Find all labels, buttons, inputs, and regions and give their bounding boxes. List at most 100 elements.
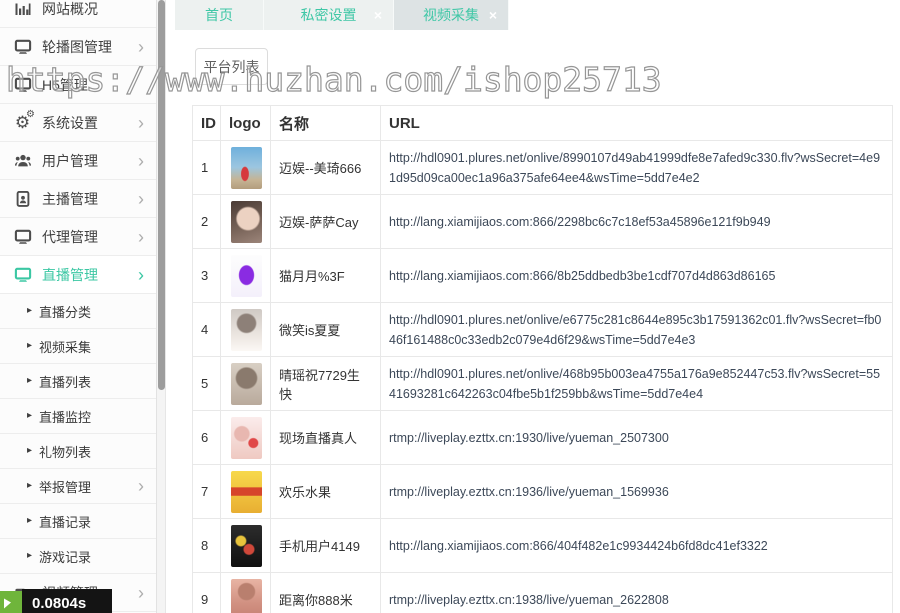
users-icon bbox=[12, 151, 33, 171]
cell-id: 7 bbox=[193, 465, 221, 519]
cell-name: 迈娱-萨萨Cay bbox=[271, 195, 381, 249]
caret-right-icon: ▸ bbox=[27, 306, 32, 316]
sidebar-item-sub-15[interactable]: ▸ 游戏记录 bbox=[0, 539, 156, 574]
cell-id: 1 bbox=[193, 141, 221, 195]
sidebar-item-3[interactable]: ⚙⚙ 系统设置 › bbox=[0, 104, 156, 142]
admin-page: 网站概况 轮播图管理 › H5管理 ⚙⚙ 系统设置 › 用户管理 › 主播管理 … bbox=[0, 0, 900, 613]
chevron-right-icon: › bbox=[138, 586, 144, 600]
platform-logo bbox=[231, 417, 262, 459]
sidebar-item-label: 视频采集 bbox=[39, 337, 144, 356]
cell-name: 迈娱--美琦666 bbox=[271, 141, 381, 195]
sidebar-item-label: 直播记录 bbox=[39, 512, 144, 531]
sidebar-item-sub-9[interactable]: ▸ 视频采集 bbox=[0, 329, 156, 364]
table-row: 8 手机用户4149 http://lang.xiamijiaos.com:86… bbox=[193, 519, 893, 573]
cell-name: 晴瑶祝7729生快 bbox=[271, 357, 381, 411]
sidebar-menu: 网站概况 轮播图管理 › H5管理 ⚙⚙ 系统设置 › 用户管理 › 主播管理 … bbox=[0, 0, 156, 612]
sidebar-item-sub-13[interactable]: ▸ 举报管理 › bbox=[0, 469, 156, 504]
cell-id: 2 bbox=[193, 195, 221, 249]
chevron-right-icon: › bbox=[138, 268, 144, 282]
tab-label: 视频采集 bbox=[423, 5, 479, 25]
cell-url: rtmp://liveplay.ezttx.cn:1936/live/yuema… bbox=[381, 465, 893, 519]
sidebar-item-6[interactable]: 代理管理 › bbox=[0, 218, 156, 256]
cell-logo bbox=[221, 519, 271, 573]
table-row: 4 微笑is夏夏 http://hdl0901.plures.net/onliv… bbox=[193, 303, 893, 357]
caret-right-icon: ▸ bbox=[27, 516, 32, 526]
content-panel: 平台列表 IDlogo名称URL 1 迈娱--美琦666 http://hdl0… bbox=[166, 30, 900, 613]
caret-right-icon: ▸ bbox=[27, 341, 32, 351]
sidebar-item-0[interactable]: 网站概况 bbox=[0, 0, 156, 28]
cell-id: 3 bbox=[193, 249, 221, 303]
table-row: 1 迈娱--美琦666 http://hdl0901.plures.net/on… bbox=[193, 141, 893, 195]
cell-url: http://hdl0901.plures.net/onlive/8990107… bbox=[381, 141, 893, 195]
gears-icon: ⚙⚙ bbox=[12, 113, 33, 133]
table-body: 1 迈娱--美琦666 http://hdl0901.plures.net/on… bbox=[193, 141, 893, 613]
column-header-0: ID bbox=[193, 106, 221, 141]
tab-1[interactable]: 私密设置 × bbox=[264, 0, 394, 30]
chevron-right-icon: › bbox=[138, 230, 144, 244]
cell-name: 距离你888米 bbox=[271, 573, 381, 613]
cell-id: 4 bbox=[193, 303, 221, 357]
tab-2[interactable]: 视频采集 × bbox=[394, 0, 509, 30]
sidebar-item-sub-8[interactable]: ▸ 直播分类 bbox=[0, 294, 156, 329]
bar-chart-icon bbox=[12, 0, 33, 19]
sidebar-item-label: 轮播图管理 bbox=[42, 37, 138, 57]
platform-logo bbox=[231, 309, 262, 351]
subtab-platform-list[interactable]: 平台列表 bbox=[195, 48, 268, 85]
platform-logo bbox=[231, 525, 262, 567]
monitor-icon bbox=[12, 75, 33, 95]
sidebar-item-label: H5管理 bbox=[42, 75, 144, 95]
sidebar-scrollbar-thumb[interactable] bbox=[158, 0, 165, 390]
sidebar-item-7[interactable]: 直播管理 › bbox=[0, 256, 156, 294]
sidebar-item-label: 用户管理 bbox=[42, 151, 138, 171]
cell-id: 8 bbox=[193, 519, 221, 573]
cell-url: rtmp://liveplay.ezttx.cn:1938/live/yuema… bbox=[381, 573, 893, 613]
cell-name: 欢乐水果 bbox=[271, 465, 381, 519]
table-row: 3 猫月月%3F http://lang.xiamijiaos.com:866/… bbox=[193, 249, 893, 303]
cell-name: 猫月月%3F bbox=[271, 249, 381, 303]
table-row: 7 欢乐水果 rtmp://liveplay.ezttx.cn:1936/liv… bbox=[193, 465, 893, 519]
chevron-right-icon: › bbox=[138, 192, 144, 206]
trace-toggle-icon[interactable] bbox=[0, 591, 22, 613]
cell-logo bbox=[221, 357, 271, 411]
sidebar-item-sub-14[interactable]: ▸ 直播记录 bbox=[0, 504, 156, 539]
sidebar-item-label: 系统设置 bbox=[42, 113, 138, 133]
monitor-icon bbox=[12, 37, 33, 57]
cell-logo bbox=[221, 141, 271, 195]
cell-name: 手机用户4149 bbox=[271, 519, 381, 573]
sidebar-item-sub-11[interactable]: ▸ 直播监控 bbox=[0, 399, 156, 434]
caret-right-icon: ▸ bbox=[27, 411, 32, 421]
sidebar-item-2[interactable]: H5管理 bbox=[0, 66, 156, 104]
caret-right-icon: ▸ bbox=[27, 376, 32, 386]
tab-bar: 首页 私密设置 × 视频采集 × bbox=[166, 0, 900, 30]
tab-close-icon[interactable]: × bbox=[374, 8, 382, 22]
sidebar-item-sub-12[interactable]: ▸ 礼物列表 bbox=[0, 434, 156, 469]
sidebar-item-label: 游戏记录 bbox=[39, 547, 144, 566]
sidebar-item-sub-10[interactable]: ▸ 直播列表 bbox=[0, 364, 156, 399]
sidebar-scrollbar-track[interactable] bbox=[157, 0, 166, 613]
platform-table: IDlogo名称URL 1 迈娱--美琦666 http://hdl0901.p… bbox=[192, 105, 893, 613]
sidebar-item-5[interactable]: 主播管理 › bbox=[0, 180, 156, 218]
cell-url: http://lang.xiamijiaos.com:866/404f482e1… bbox=[381, 519, 893, 573]
platform-logo bbox=[231, 471, 262, 513]
cell-logo bbox=[221, 195, 271, 249]
cell-id: 9 bbox=[193, 573, 221, 613]
sidebar-item-label: 直播管理 bbox=[42, 265, 138, 285]
platform-logo bbox=[231, 579, 262, 613]
tab-close-icon[interactable]: × bbox=[489, 8, 497, 22]
tab-label: 私密设置 bbox=[301, 5, 357, 25]
table-row: 6 现场直播真人 rtmp://liveplay.ezttx.cn:1930/l… bbox=[193, 411, 893, 465]
monitor-icon bbox=[12, 265, 33, 285]
sidebar-item-4[interactable]: 用户管理 › bbox=[0, 142, 156, 180]
sidebar-item-1[interactable]: 轮播图管理 › bbox=[0, 28, 156, 66]
sidebar-item-label: 礼物列表 bbox=[39, 442, 144, 461]
cell-url: http://hdl0901.plures.net/onlive/468b95b… bbox=[381, 357, 893, 411]
sidebar-item-label: 主播管理 bbox=[42, 189, 138, 209]
tab-0[interactable]: 首页 bbox=[175, 0, 264, 30]
platform-logo bbox=[231, 147, 262, 189]
id-card-icon bbox=[12, 189, 33, 209]
trace-time-badge: 0.0804s bbox=[22, 589, 112, 613]
cell-url: http://lang.xiamijiaos.com:866/2298bc6c7… bbox=[381, 195, 893, 249]
cell-url: rtmp://liveplay.ezttx.cn:1930/live/yuema… bbox=[381, 411, 893, 465]
cell-url: http://hdl0901.plures.net/onlive/e6775c2… bbox=[381, 303, 893, 357]
platform-logo bbox=[231, 255, 262, 297]
